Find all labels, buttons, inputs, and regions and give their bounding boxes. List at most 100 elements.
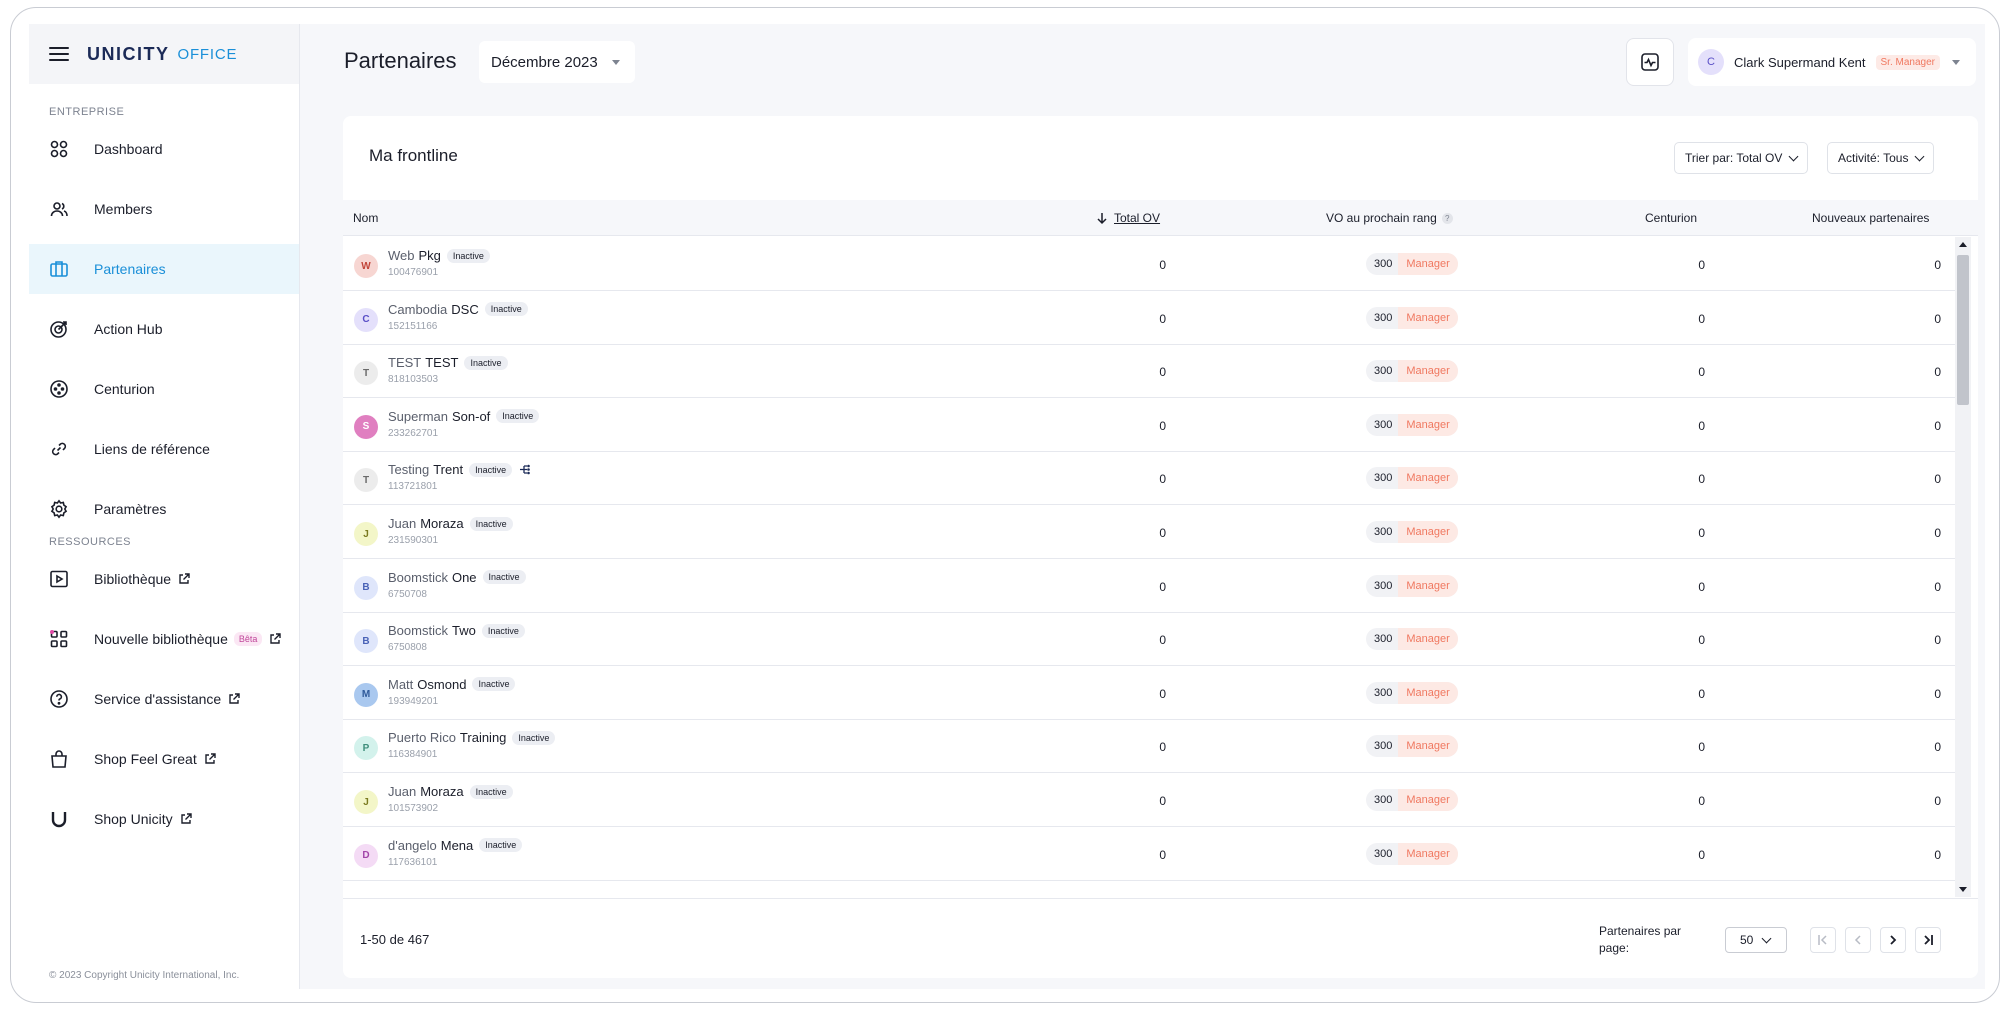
sidebar-item-service-assistance[interactable]: Service d'assistance <box>29 674 299 724</box>
sidebar-item-partenaires[interactable]: Partenaires <box>29 244 299 294</box>
first-page-button[interactable] <box>1810 927 1836 953</box>
centurion-value: 0 <box>1698 526 1705 540</box>
external-link-icon <box>229 693 240 704</box>
last-page-button[interactable] <box>1915 927 1941 953</box>
genealogy-icon[interactable] <box>518 463 531 476</box>
column-vo-next[interactable]: VO au prochain rang ? <box>1326 211 1453 225</box>
partner-id: 231590301 <box>388 535 439 546</box>
partner-name[interactable]: Superman Son-of Inactive <box>388 408 540 424</box>
card-title: Ma frontline <box>369 146 458 165</box>
activity-filter-dropdown[interactable]: Activité: Tous <box>1827 142 1935 174</box>
vo-value: 300 <box>1374 794 1393 806</box>
next-rank-badge: Manager <box>1398 306 1458 329</box>
sidebar-item-liens-de-reference[interactable]: Liens de référence <box>29 424 299 474</box>
next-rank-badge: Manager <box>1398 789 1458 811</box>
table-row[interactable]: W Web Pkg Inactive 100476901 0 300 Manager 0 0 <box>343 237 1955 291</box>
partner-name[interactable]: Juan Moraza Inactive <box>388 784 513 799</box>
sort-dropdown[interactable]: Trier par: Total OV <box>1674 142 1809 174</box>
beta-badge: Bêta <box>233 632 263 646</box>
sidebar-item-label: Dashboard <box>94 141 163 157</box>
info-icon[interactable]: ? <box>1441 212 1453 224</box>
app: UNICITY OFFICE ENTREPRISE Dashboard Memb… <box>29 24 1985 989</box>
partner-name[interactable]: Cambodia DSC Inactive <box>388 302 528 317</box>
status-badge: Inactive <box>479 838 523 853</box>
vo-value: 300 <box>1374 579 1393 592</box>
column-name[interactable]: Nom <box>353 211 378 225</box>
table-row[interactable]: J Juan Moraza Inactive 231590301 0 300 Manager 0… <box>343 505 1955 559</box>
per-page-value: 50 <box>1740 933 1754 947</box>
sidebar-item-shop-unicity[interactable]: Shop Unicity <box>29 794 299 844</box>
status-badge: Inactive <box>482 570 526 585</box>
sidebar-item-dashboard[interactable]: Dashboard <box>29 124 299 174</box>
vo-next-rank: 300 Manager <box>1366 842 1458 865</box>
menu-icon[interactable] <box>49 47 69 61</box>
partner-id: 152151166 <box>388 320 438 332</box>
sidebar-item-bibliotheque[interactable]: Bibliothèque <box>29 554 299 604</box>
table-row[interactable]: P Puerto Rico Training Inactive 116384901 0 30… <box>343 719 1955 774</box>
partner-name[interactable]: TEST TEST Inactive <box>388 355 508 370</box>
sidebar-item-centurion[interactable]: Centurion <box>29 364 299 414</box>
column-vo-next-label: VO au prochain rang <box>1326 211 1437 225</box>
column-total-ov[interactable]: Total OV <box>1095 211 1160 225</box>
avatar: C <box>1698 49 1724 75</box>
total-ov-value: 0 <box>1159 740 1166 755</box>
partner-name[interactable]: Juan Moraza Inactive <box>388 516 513 531</box>
month-select[interactable]: Décembre 2023 <box>479 41 635 83</box>
scrollbar[interactable] <box>1955 237 1971 897</box>
table-row[interactable]: B Boomstick One Inactive 6750708 0 300 Manager 0… <box>343 559 1955 613</box>
last-name: One <box>451 569 477 585</box>
table-row[interactable]: S Superman Son-of Inactive 233262701 0 300 Mana… <box>343 398 1955 452</box>
new-partners-value: 0 <box>1934 794 1941 808</box>
caret-down-icon <box>611 59 620 65</box>
sidebar-item-parametres[interactable]: Paramètres <box>29 484 299 534</box>
table-row[interactable]: T Testing Trent Inactive 113721801 0 300 Manage… <box>343 451 1955 506</box>
table-row[interactable]: J Juan Moraza Inactive 101573902 0 300 Manager 0… <box>343 773 1955 827</box>
next-rank-badge: Manager <box>1398 842 1458 865</box>
vo-value: 300 <box>1374 526 1393 538</box>
sidebar-item-nouvelle-bibliotheque[interactable]: Nouvelle bibliothèque Bêta <box>29 614 299 664</box>
first-name: Superman <box>388 408 448 424</box>
table-row[interactable]: C Cambodia DSC Inactive 152151166 0 300 Manager… <box>343 291 1955 345</box>
partner-name[interactable]: Web Pkg Inactive <box>388 248 490 263</box>
scroll-up-icon[interactable] <box>1959 242 1967 247</box>
sidebar-item-label: Paramètres <box>94 501 167 517</box>
column-total-ov-label: Total OV <box>1114 211 1161 225</box>
activity-button[interactable] <box>1626 38 1674 86</box>
first-name: Boomstick <box>388 569 448 585</box>
scroll-down-icon[interactable] <box>1959 887 1967 892</box>
table-row[interactable]: B Boomstick Two Inactive 6750808 0 300 Manager 0… <box>343 612 1955 667</box>
partner-name[interactable]: Puerto Rico Training Inactive <box>388 730 556 745</box>
previous-page-button[interactable] <box>1845 927 1871 953</box>
table-row[interactable]: Dd'angelo Mena Inactive 117636101 0 300 Manage… <box>343 827 1955 881</box>
table-row[interactable]: T TEST TEST Inactive 818103503 0 300 Manager 0 0 <box>343 344 1955 399</box>
sidebar-item-members[interactable]: Members <box>29 184 299 234</box>
vo-value: 300 <box>1374 847 1393 860</box>
help-icon <box>49 689 69 709</box>
sidebar-item-shop-feel-great[interactable]: Shop Feel Great <box>29 734 299 784</box>
first-name: TEST <box>388 355 422 371</box>
per-page-select[interactable]: 50 <box>1725 927 1787 953</box>
new-partners-value: 0 <box>1934 258 1941 272</box>
partner-name[interactable]: Boomstick One Inactive <box>388 570 526 585</box>
status-badge: Inactive <box>481 623 525 638</box>
sidebar-item-action-hub[interactable]: Action Hub <box>29 304 299 354</box>
table-row[interactable]: M Matt Osmond Inactive 193949201 0 300 Manager 0… <box>343 666 1955 720</box>
partner-name[interactable]: Testing Trent Inactive <box>388 462 531 477</box>
vo-next-rank: 300 Manager <box>1366 735 1458 758</box>
avatar: S <box>354 414 378 439</box>
total-ov-value: 0 <box>1159 847 1166 862</box>
caret-down-icon <box>1952 59 1960 65</box>
partner-name[interactable]: d'angelo Mena Inactive <box>388 838 523 853</box>
vo-next-rank: 300 Manager <box>1366 306 1458 329</box>
next-page-button[interactable] <box>1880 927 1906 953</box>
user-menu[interactable]: C Clark Supermand Kent Sr. Manager <box>1688 38 1976 86</box>
user-name: Clark Supermand Kent <box>1734 54 1866 70</box>
centurion-value: 0 <box>1698 847 1705 862</box>
partner-name[interactable]: Boomstick Two Inactive <box>388 623 525 638</box>
total-ov-value: 0 <box>1159 633 1166 648</box>
column-centurion[interactable]: Centurion <box>1645 211 1697 225</box>
scroll-thumb[interactable] <box>1957 255 1969 405</box>
column-new-partners[interactable]: Nouveaux partenaires <box>1812 211 1929 225</box>
frontline-card: Ma frontline Trier par: Total OV Activit… <box>343 116 1978 978</box>
partner-name[interactable]: Matt Osmond Inactive <box>388 677 516 692</box>
